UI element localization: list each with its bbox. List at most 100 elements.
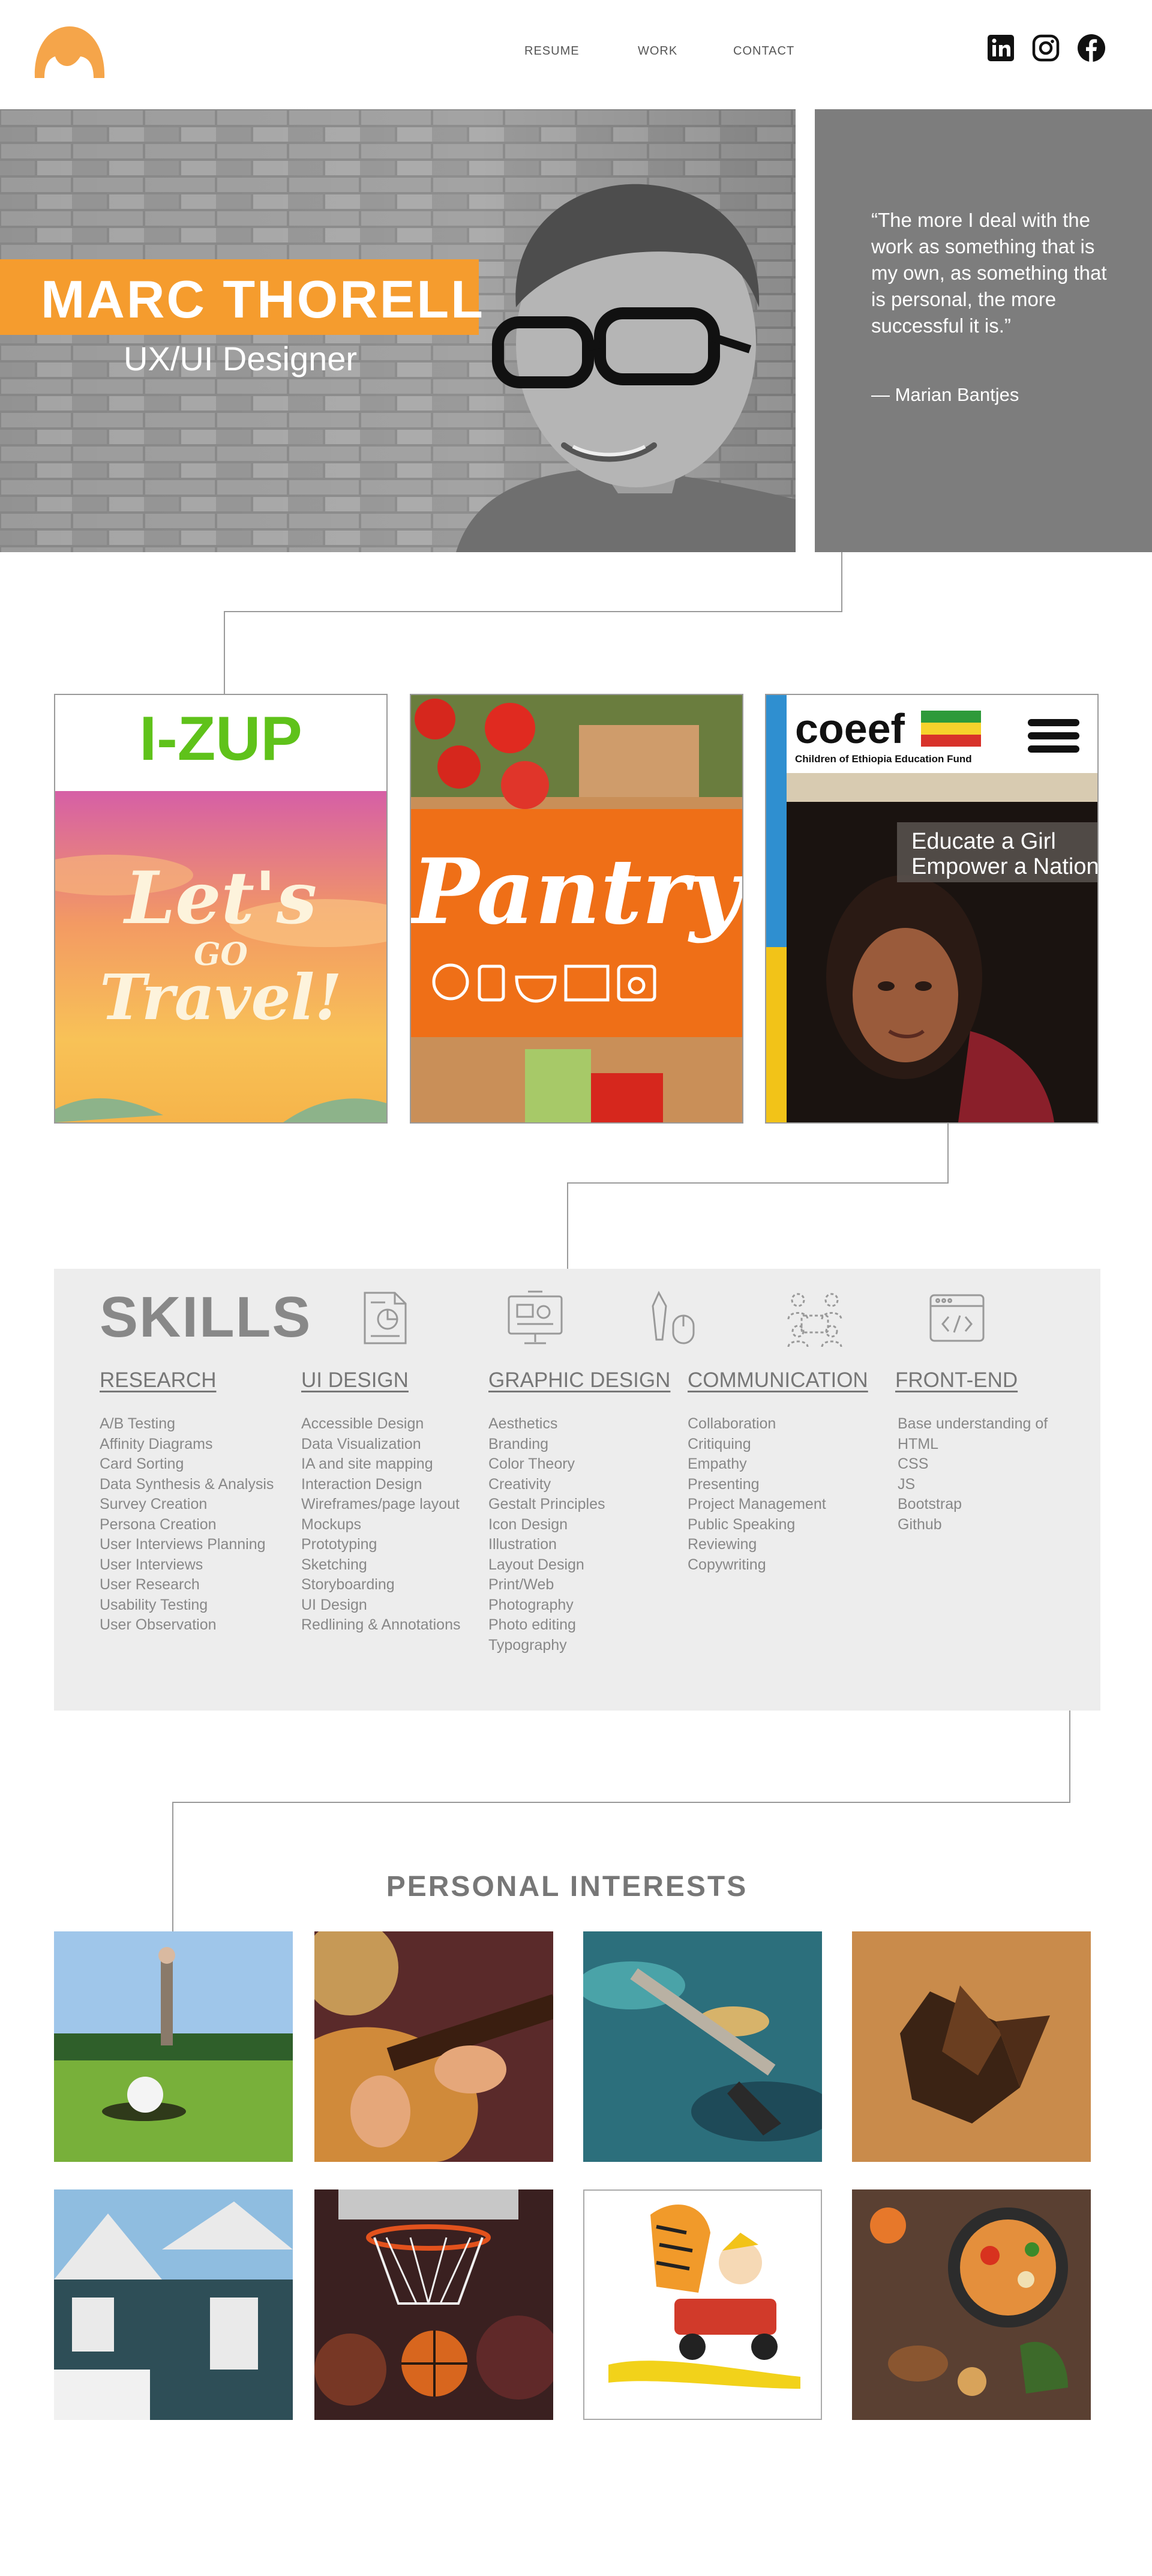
coeef-subtitle: Children of Ethiopia Education Fund	[795, 753, 972, 765]
research-report-icon	[364, 1292, 407, 1344]
skill-item: IA and site mapping	[301, 1455, 433, 1472]
skill-item: Typography	[488, 1636, 567, 1654]
skill-item: Illustration	[488, 1536, 557, 1553]
interests-title: PERSONAL INTERESTS	[386, 1871, 748, 1903]
skills-list-ui-design: Accessible Design Data Visualization IA …	[301, 1414, 460, 1636]
skills-list-communication: Collaboration Critiquing Empathy Present…	[688, 1414, 826, 1575]
skills-title: SKILLS	[100, 1285, 312, 1349]
skills-list-front-end: Base understanding of HTML CSS JS Bootst…	[898, 1414, 1048, 1535]
quote-author: — Marian Bantjes	[871, 384, 1019, 405]
work-card-izup[interactable]: I-ZUP Let's GO Travel!	[54, 694, 388, 1124]
skills-heading-front-end: FRONT-END	[895, 1368, 1018, 1392]
skill-item: Redlining & Annotations	[301, 1616, 461, 1633]
skill-item: Layout Design	[488, 1556, 584, 1573]
interest-home-renovation-image	[54, 2189, 293, 2420]
skills-heading-communication: COMMUNICATION	[688, 1368, 868, 1392]
skill-item: User Observation	[100, 1616, 217, 1633]
quote-text: “The more I deal with the work as someth…	[871, 209, 1107, 337]
interest-golf-image	[54, 1931, 293, 2162]
connector-line	[224, 611, 225, 695]
connector-line	[567, 1182, 568, 1270]
work-card-coeef[interactable]: coeef Children of Ethiopia Education Fun…	[765, 694, 1099, 1124]
skill-item: Critiquing	[688, 1435, 751, 1452]
connector-line	[1069, 1711, 1070, 1803]
connector-line	[947, 1124, 949, 1184]
pantry-logo: Pantry	[411, 839, 742, 945]
skill-item: HTML	[898, 1435, 939, 1452]
skill-item: Reviewing	[688, 1536, 757, 1553]
logo-hair-icon[interactable]	[31, 23, 108, 83]
skills-list-graphic-design: Aesthetics Branding Color Theory Creativ…	[488, 1414, 605, 1655]
skill-item: Aesthetics	[488, 1415, 558, 1432]
hero-job-title: UX/UI Designer	[124, 340, 358, 378]
communication-people-icon	[787, 1293, 842, 1347]
skill-item: Sketching	[301, 1556, 367, 1573]
hero-name: MARC THORELL	[41, 269, 485, 329]
interest-woodworking-image	[852, 1931, 1091, 2162]
skill-item: CSS	[898, 1455, 929, 1472]
linkedin-icon[interactable]	[986, 34, 1015, 62]
site-header: RESUME WORK CONTACT	[0, 0, 1152, 109]
connector-line	[172, 1802, 173, 1931]
nav-work-link[interactable]: WORK	[638, 44, 677, 58]
skill-item: Prototyping	[301, 1536, 377, 1553]
skill-item: Color Theory	[488, 1455, 575, 1472]
coeef-tagline-1: Educate a Girl	[911, 829, 1056, 854]
travel-art-line-3: Travel!	[100, 960, 342, 1034]
skill-item: Project Management	[688, 1496, 826, 1512]
skill-item: Base understanding of	[898, 1415, 1048, 1432]
skill-item: User Interviews	[100, 1556, 203, 1573]
skill-item: Creativity	[488, 1475, 551, 1493]
coeef-logo: coeef	[795, 705, 905, 752]
interest-cooking-image	[852, 2189, 1091, 2420]
nav-contact-link[interactable]: CONTACT	[733, 44, 794, 58]
skills-list-research: A/B Testing Affinity Diagrams Card Sorti…	[100, 1414, 274, 1636]
interest-basketball-image	[314, 2189, 553, 2420]
graphic-design-tools-icon	[652, 1290, 695, 1344]
skill-item: Bootstrap	[898, 1496, 962, 1512]
skill-item: User Research	[100, 1576, 200, 1593]
skill-item: Storyboarding	[301, 1576, 395, 1593]
connector-line	[841, 552, 842, 612]
skill-item: Photo editing	[488, 1616, 576, 1633]
facebook-icon[interactable]	[1077, 34, 1106, 62]
connector-line	[224, 611, 842, 612]
skills-heading-ui-design: UI DESIGN	[301, 1368, 409, 1392]
skill-item: Mockups	[301, 1515, 362, 1533]
ui-design-monitor-icon	[508, 1290, 563, 1344]
connector-line	[172, 1802, 1070, 1803]
interest-painting-image	[583, 1931, 822, 2162]
skill-item: Photography	[488, 1596, 574, 1613]
skill-item: Branding	[488, 1435, 549, 1452]
skill-item: Github	[898, 1515, 942, 1533]
nav-resume-link[interactable]: RESUME	[524, 44, 580, 58]
interest-guitar-image	[314, 1931, 553, 2162]
skill-item: Copywriting	[688, 1556, 766, 1573]
skill-item: Survey Creation	[100, 1496, 208, 1512]
work-card-pantry[interactable]: Pantry	[410, 694, 743, 1124]
skill-item: Affinity Diagrams	[100, 1435, 213, 1452]
skill-item: JS	[898, 1475, 916, 1493]
skill-item: Public Speaking	[688, 1515, 796, 1533]
skill-item: A/B Testing	[100, 1415, 176, 1432]
hamburger-menu-icon[interactable]	[1028, 719, 1079, 753]
skill-item: User Interviews Planning	[100, 1536, 266, 1553]
skill-item: Icon Design	[488, 1515, 568, 1533]
skill-item: Interaction Design	[301, 1475, 422, 1493]
interest-calvin-and-hobbes-image	[583, 2189, 822, 2420]
instagram-icon[interactable]	[1031, 34, 1060, 62]
skill-item: Data Synthesis & Analysis	[100, 1475, 274, 1493]
skill-item: Presenting	[688, 1475, 760, 1493]
skill-item: Accessible Design	[301, 1415, 424, 1432]
skill-item: Collaboration	[688, 1415, 776, 1432]
skills-heading-research: RESEARCH	[100, 1368, 217, 1392]
skill-item: Persona Creation	[100, 1515, 217, 1533]
skill-item: Wireframes/page layout	[301, 1496, 460, 1512]
skill-item: Gestalt Principles	[488, 1496, 605, 1512]
skill-item: UI Design	[301, 1596, 367, 1613]
coeef-tagline-2: Empower a Nation	[911, 854, 1097, 879]
skill-item: Usability Testing	[100, 1596, 208, 1613]
connector-line	[567, 1182, 949, 1184]
skill-item: Data Visualization	[301, 1435, 421, 1452]
front-end-code-icon	[929, 1294, 985, 1342]
